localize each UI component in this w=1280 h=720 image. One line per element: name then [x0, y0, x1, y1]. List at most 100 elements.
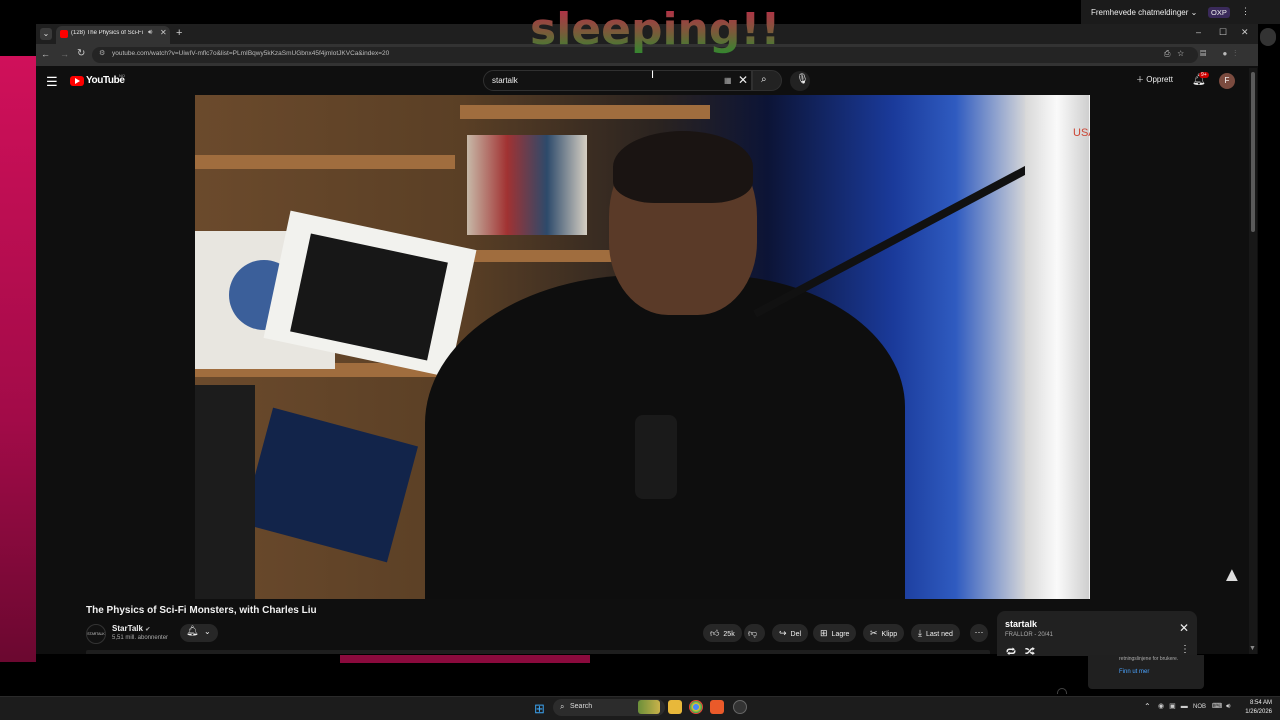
loop-icon[interactable]: 🔁︎ [1006, 644, 1016, 659]
video-frame-mic-arm [753, 155, 1049, 318]
loading-indicator [1057, 688, 1067, 694]
verified-icon: ✔ [145, 627, 151, 633]
notification-link[interactable]: Finn ut mer [1119, 669, 1149, 675]
stream-background-strip [0, 56, 36, 662]
more-actions-button[interactable]: ⋯ [970, 624, 988, 642]
chrome-icon[interactable] [689, 700, 703, 714]
scrollbar-thumb[interactable] [1251, 72, 1255, 232]
save-icon: ⊞ [820, 628, 828, 638]
notification-text: retningslinjene for brukere. [1119, 656, 1179, 662]
video-player[interactable]: USA [195, 95, 1090, 599]
like-count: 25k [723, 631, 735, 638]
create-button[interactable]: ＋ Opprett [1136, 74, 1173, 85]
minimize-icon[interactable]: – [1196, 27, 1201, 37]
oxp-badge[interactable]: OXP [1208, 7, 1230, 18]
youtube-play-icon [75, 78, 80, 84]
system-tray-icon[interactable]: ⌨🔊︎ [1212, 702, 1235, 711]
back-icon[interactable]: ← [41, 49, 50, 59]
chevron-down-icon: ⌄ [204, 627, 211, 636]
channel-name-text: StarTalk [112, 624, 143, 633]
chat-dropdown-label-text: Fremhevede chatmeldinger [1091, 8, 1189, 17]
hamburger-menu-icon[interactable]: ☰ [46, 74, 58, 90]
clock-date[interactable]: 1/26/2026 [1240, 709, 1272, 715]
share-button[interactable]: ↪ Del [772, 624, 809, 642]
channel-name[interactable]: StarTalk ✔ [112, 624, 150, 633]
close-icon[interactable]: ✕ [1179, 621, 1189, 635]
new-tab-icon[interactable]: + [176, 27, 182, 39]
tab-close-icon[interactable]: ✕ [160, 28, 167, 37]
tray-overflow-icon[interactable]: ⌃ [1144, 702, 1151, 711]
account-avatar[interactable]: F [1219, 73, 1235, 89]
scroll-down-icon[interactable]: ▼ [1249, 645, 1256, 652]
stream-background-strip [340, 655, 590, 663]
youtube-region-code: NO [119, 73, 125, 78]
clip-button[interactable]: ✂ Klipp [863, 624, 905, 642]
taskbar-search-label: Search [570, 703, 593, 710]
chat-dropdown-label[interactable]: Fremhevede chatmeldinger ⌄ [1091, 8, 1197, 17]
channel-watermark-icon[interactable]: ▲ [1222, 564, 1242, 587]
search-icon: ⌕ [560, 702, 565, 711]
speaker-icon[interactable]: 🔊︎ [148, 29, 152, 37]
more-options-icon[interactable]: ⋮ [1241, 6, 1250, 17]
create-label: Opprett [1146, 75, 1173, 84]
subscriber-count: 5,51 mill. abonnenter [112, 635, 169, 641]
dislike-button[interactable]: 👎︎ [744, 624, 766, 642]
channel-avatar[interactable]: STARTALK [86, 624, 106, 644]
search-input-value[interactable]: startalk [492, 76, 518, 85]
download-label: Last ned [925, 631, 953, 638]
extensions-icon[interactable]: ⎙☆ ▤ ●⋮ [1164, 49, 1243, 59]
video-frame-microphone [635, 415, 677, 499]
search-highlight-icon [638, 700, 660, 714]
share-icon: ↪ [779, 628, 787, 638]
clear-search-icon[interactable]: ✕ [738, 73, 748, 87]
text-cursor-icon: Ι [651, 69, 655, 81]
download-icon: ⤓ [918, 628, 922, 638]
save-label: Lagre [831, 631, 850, 638]
clip-label: Klipp [881, 631, 898, 638]
video-frame-flag-case [242, 407, 418, 563]
scissors-icon: ✂ [870, 628, 878, 638]
video-frame-books [467, 135, 587, 235]
share-label: Del [790, 631, 802, 638]
stream-overlay-text: sleeping!! [530, 4, 781, 55]
search-button[interactable] [752, 70, 782, 91]
search-input[interactable] [483, 70, 752, 91]
clock-time[interactable]: 8:54 AM [1244, 700, 1272, 706]
tray-apps-icon[interactable]: ◉▣▬ [1158, 702, 1193, 710]
like-button[interactable]: 👍︎ 25k [703, 624, 742, 642]
language-indicator[interactable]: NOB [1193, 704, 1206, 710]
maximize-icon[interactable]: ☐ [1219, 27, 1227, 38]
forward-icon[interactable]: → [60, 49, 69, 59]
video-frame-person-hair [613, 131, 753, 203]
shuffle-icon[interactable]: 🔀︎ [1025, 644, 1035, 659]
youtube-favicon-icon [60, 30, 68, 38]
app-icon[interactable] [733, 700, 747, 714]
video-title: The Physics of Sci-Fi Monsters, with Cha… [86, 605, 317, 616]
save-button[interactable]: ⊞ Lagre [813, 624, 857, 642]
brave-icon[interactable] [710, 700, 724, 714]
file-explorer-icon[interactable] [668, 700, 682, 714]
url-text[interactable]: youtube.com/watch?v=UiwIV-mflc7o&list=PL… [112, 50, 389, 57]
reload-icon[interactable]: ↻ [77, 48, 85, 59]
keyboard-icon[interactable]: ▦ [724, 76, 732, 85]
video-frame-shelf [195, 155, 455, 169]
windows-start-icon[interactable]: ⊞ [534, 701, 545, 717]
thumbs-down-icon: 👎︎ [748, 628, 758, 638]
video-frame-shelf [460, 105, 710, 119]
playlist-title[interactable]: startalk [1005, 619, 1037, 629]
thumbs-up-icon: 👍︎ [710, 628, 720, 638]
bell-icon: 🔔︎ [186, 626, 199, 637]
microphone-icon: 🎙︎ [796, 74, 809, 85]
description-box[interactable] [86, 650, 990, 654]
notification-count-badge: 9+ [1199, 72, 1209, 78]
more-options-icon[interactable]: ⋮ [1180, 644, 1190, 655]
chat-toggle-icon[interactable] [1260, 28, 1276, 46]
site-info-icon[interactable]: ⚙ [99, 49, 105, 57]
video-frame-rocket-text: USA [1073, 127, 1090, 139]
tab-search-dropdown-icon[interactable]: ⌄ [40, 28, 52, 40]
window-close-icon[interactable]: ✕ [1241, 27, 1249, 38]
download-button[interactable]: ⤓ Last ned [911, 624, 960, 642]
tab-title: (128) The Physics of Sci-Fi [71, 30, 143, 36]
video-frame-shelf [460, 250, 630, 262]
playlist-subtitle: FRALLOR - 20/41 [1005, 632, 1054, 638]
